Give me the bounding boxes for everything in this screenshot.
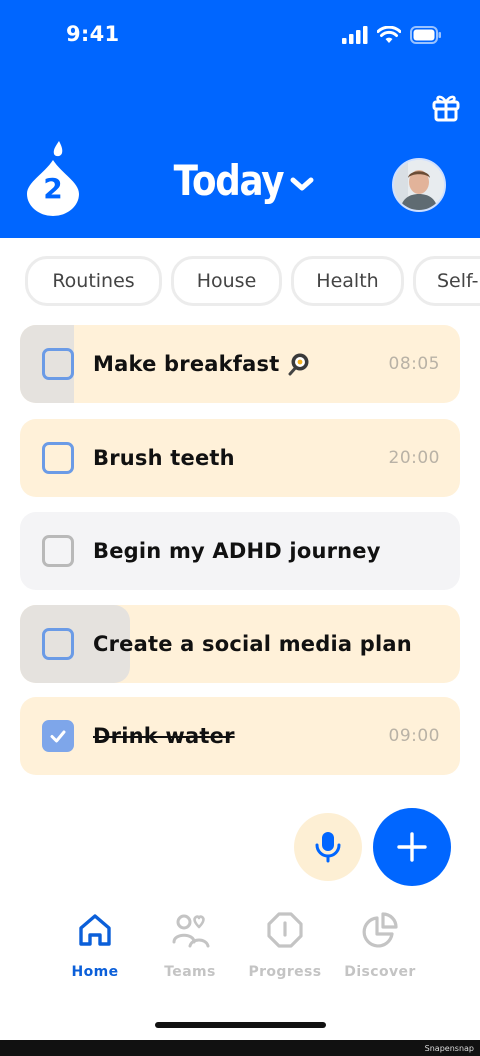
task-checkbox[interactable] xyxy=(42,442,74,474)
task-item-adhd-journey[interactable]: Begin my ADHD journey xyxy=(20,512,460,590)
nav-label-teams: Teams xyxy=(164,964,216,980)
checkmark-icon xyxy=(50,730,66,743)
task-time: 09:00 xyxy=(388,726,440,746)
page-title: Today xyxy=(173,156,284,205)
category-filters: Routines House Health Self- xyxy=(0,256,480,308)
task-label: Brush teeth xyxy=(93,446,235,470)
chevron-down-icon xyxy=(290,177,314,190)
task-label: Begin my ADHD journey xyxy=(93,539,381,563)
nav-label-progress: Progress xyxy=(248,964,322,980)
task-label: Make breakfast xyxy=(93,325,310,403)
nav-label-discover: Discover xyxy=(344,964,416,980)
task-checkbox[interactable] xyxy=(42,628,74,660)
filter-chip-routines[interactable]: Routines xyxy=(25,256,162,306)
task-item-make-breakfast[interactable]: Make breakfast 08:05 xyxy=(20,325,460,403)
voice-input-button[interactable] xyxy=(294,813,362,881)
filter-chip-self[interactable]: Self- xyxy=(413,256,480,306)
watermark: Snapensnap xyxy=(424,1044,474,1053)
profile-photo xyxy=(394,160,444,210)
bottom-nav: Home Teams Progress Discover xyxy=(0,910,480,1000)
teams-icon xyxy=(172,914,210,948)
filter-chip-health[interactable]: Health xyxy=(291,256,404,306)
signal-icon xyxy=(342,26,368,44)
avatar[interactable] xyxy=(392,158,446,212)
task-label: Create a social media plan xyxy=(93,632,412,656)
wifi-icon xyxy=(377,26,401,43)
footer-strip xyxy=(0,1040,480,1056)
progress-icon xyxy=(267,912,303,948)
task-item-drink-water[interactable]: Drink water 09:00 xyxy=(20,697,460,775)
add-task-button[interactable] xyxy=(373,808,451,886)
nav-item-home[interactable]: Home xyxy=(45,910,145,980)
gift-icon[interactable] xyxy=(430,91,462,123)
nav-label-home: Home xyxy=(71,964,119,980)
discover-icon xyxy=(362,912,398,948)
frying-pan-icon xyxy=(286,352,310,376)
home-icon xyxy=(79,914,111,946)
task-item-brush-teeth[interactable]: Brush teeth 20:00 xyxy=(20,419,460,497)
task-checkbox[interactable] xyxy=(42,535,74,567)
task-checkbox-checked[interactable] xyxy=(42,720,74,752)
task-label: Drink water xyxy=(93,724,235,748)
task-checkbox[interactable] xyxy=(42,348,74,380)
task-item-social-media-plan[interactable]: Create a social media plan xyxy=(20,605,460,683)
home-indicator xyxy=(155,1022,326,1028)
status-icons xyxy=(342,25,442,45)
filter-chip-house[interactable]: House xyxy=(171,256,282,306)
task-time: 08:05 xyxy=(388,354,440,374)
plus-icon xyxy=(397,832,427,862)
nav-item-teams[interactable]: Teams xyxy=(140,910,240,980)
microphone-icon xyxy=(315,832,341,863)
task-time: 20:00 xyxy=(388,448,440,468)
nav-item-discover[interactable]: Discover xyxy=(330,910,430,980)
status-time: 9:41 xyxy=(66,22,120,46)
nav-item-progress[interactable]: Progress xyxy=(235,910,335,980)
header: 9:41 2 Today xyxy=(0,0,480,238)
battery-icon xyxy=(410,26,441,44)
